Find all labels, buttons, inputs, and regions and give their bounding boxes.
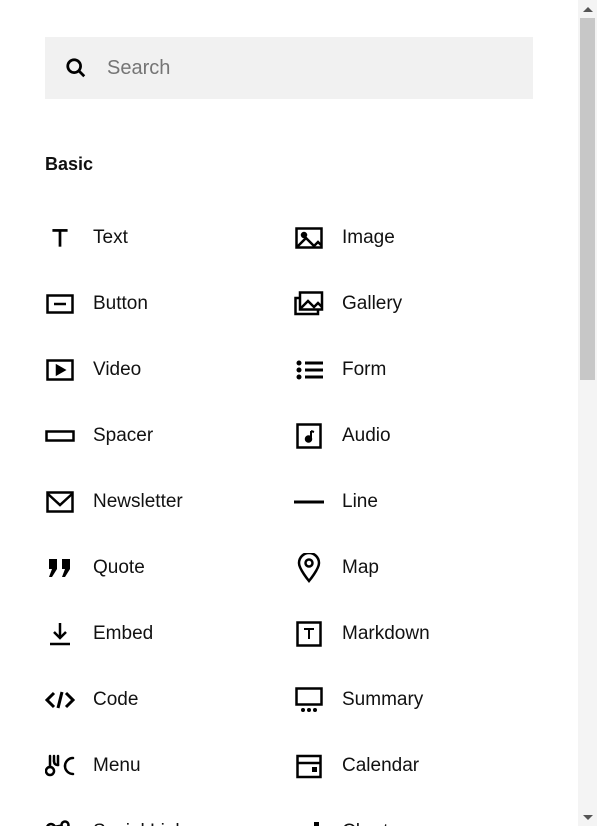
block-embed[interactable]: Embed (45, 601, 284, 667)
block-label: Video (93, 359, 141, 381)
search-icon (65, 57, 87, 79)
block-label: Summary (342, 689, 423, 711)
block-label: Button (93, 293, 148, 315)
block-image[interactable]: Image (294, 205, 533, 271)
code-icon (45, 685, 75, 715)
block-form[interactable]: Form (294, 337, 533, 403)
social-links-icon (45, 817, 75, 826)
block-label: Chart (342, 821, 388, 826)
block-label: Spacer (93, 425, 153, 447)
scroll-down-arrow[interactable] (578, 808, 597, 826)
block-summary[interactable]: Summary (294, 667, 533, 733)
form-icon (294, 355, 324, 385)
block-label: Calendar (342, 755, 419, 777)
block-chart[interactable]: Chart (294, 799, 533, 826)
markdown-icon (294, 619, 324, 649)
block-label: Markdown (342, 623, 430, 645)
block-label: Line (342, 491, 378, 513)
text-icon (45, 223, 75, 253)
scroll-thumb[interactable] (580, 18, 595, 380)
summary-icon (294, 685, 324, 715)
block-gallery[interactable]: Gallery (294, 271, 533, 337)
block-social-links[interactable]: Social Links (45, 799, 284, 826)
block-label: Code (93, 689, 138, 711)
scrollbar[interactable] (578, 0, 597, 826)
search-bar[interactable] (45, 37, 533, 99)
block-label: Form (342, 359, 386, 381)
block-spacer[interactable]: Spacer (45, 403, 284, 469)
block-label: Map (342, 557, 379, 579)
block-label: Audio (342, 425, 391, 447)
block-label: Newsletter (93, 491, 183, 513)
block-label: Quote (93, 557, 145, 579)
embed-icon (45, 619, 75, 649)
block-menu[interactable]: Menu (45, 733, 284, 799)
block-calendar[interactable]: Calendar (294, 733, 533, 799)
chart-icon (294, 817, 324, 826)
block-button[interactable]: Button (45, 271, 284, 337)
block-text[interactable]: Text (45, 205, 284, 271)
map-icon (294, 553, 324, 583)
button-icon (45, 289, 75, 319)
block-video[interactable]: Video (45, 337, 284, 403)
block-label: Social Links (93, 821, 194, 826)
line-icon (294, 487, 324, 517)
block-code[interactable]: Code (45, 667, 284, 733)
block-label: Menu (93, 755, 141, 777)
block-map[interactable]: Map (294, 535, 533, 601)
spacer-icon (45, 421, 75, 451)
section-title-basic: Basic (45, 154, 533, 175)
gallery-icon (294, 289, 324, 319)
block-newsletter[interactable]: Newsletter (45, 469, 284, 535)
block-label: Image (342, 227, 395, 249)
menu-icon (45, 751, 75, 781)
quote-icon (45, 553, 75, 583)
block-label: Text (93, 227, 128, 249)
calendar-icon (294, 751, 324, 781)
video-icon (45, 355, 75, 385)
block-label: Embed (93, 623, 153, 645)
audio-icon (294, 421, 324, 451)
scroll-up-arrow[interactable] (578, 0, 597, 18)
block-label: Gallery (342, 293, 402, 315)
newsletter-icon (45, 487, 75, 517)
block-markdown[interactable]: Markdown (294, 601, 533, 667)
image-icon (294, 223, 324, 253)
block-grid: Text Image (45, 205, 533, 826)
search-input[interactable] (105, 56, 513, 81)
block-audio[interactable]: Audio (294, 403, 533, 469)
block-quote[interactable]: Quote (45, 535, 284, 601)
block-line[interactable]: Line (294, 469, 533, 535)
